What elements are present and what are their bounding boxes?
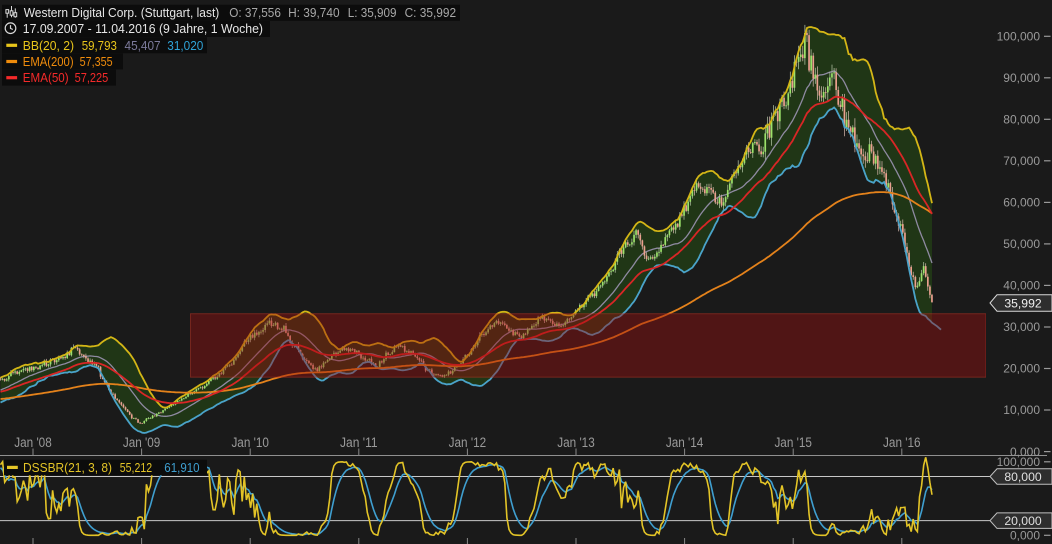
svg-text:59,793: 59,793 <box>82 38 117 53</box>
svg-text:30,000: 30,000 <box>1003 320 1040 334</box>
svg-text:55,212: 55,212 <box>120 460 152 475</box>
svg-text:Jan '14: Jan '14 <box>666 435 704 450</box>
svg-text:70,000: 70,000 <box>1003 154 1040 168</box>
svg-text:10,000: 10,000 <box>1003 403 1040 417</box>
svg-text:100,000: 100,000 <box>997 455 1041 469</box>
svg-text:Jan '08: Jan '08 <box>14 435 52 450</box>
svg-text:Jan '11: Jan '11 <box>340 435 378 450</box>
svg-text:H: 39,740: H: 39,740 <box>288 5 340 20</box>
svg-text:20,000: 20,000 <box>1004 514 1041 528</box>
svg-text:50,000: 50,000 <box>1003 237 1040 251</box>
svg-text:80,000: 80,000 <box>1003 113 1040 127</box>
svg-text:L: 35,909: L: 35,909 <box>348 5 397 20</box>
svg-text:Jan '09: Jan '09 <box>123 435 161 450</box>
svg-text:80,000: 80,000 <box>1004 470 1041 484</box>
svg-text:100,000: 100,000 <box>997 29 1041 43</box>
svg-text:57,225: 57,225 <box>75 70 109 85</box>
svg-text:Western Digital Corp. (Stuttga: Western Digital Corp. (Stuttgart, last) <box>24 5 220 20</box>
svg-text:31,020: 31,020 <box>167 38 203 53</box>
svg-text:O: 37,556: O: 37,556 <box>229 5 281 20</box>
svg-text:Jan '16: Jan '16 <box>883 435 921 450</box>
svg-text:61,910: 61,910 <box>164 460 199 475</box>
svg-text:Jan '12: Jan '12 <box>449 435 487 450</box>
svg-text:35,992: 35,992 <box>1004 296 1041 310</box>
svg-text:Jan '10: Jan '10 <box>231 435 269 450</box>
svg-text:0,000: 0,000 <box>1010 529 1040 543</box>
svg-text:Jan '15: Jan '15 <box>774 435 812 450</box>
svg-text:DSSBR(21, 3, 8): DSSBR(21, 3, 8) <box>23 460 112 475</box>
svg-text:Jan '13: Jan '13 <box>557 435 595 450</box>
svg-text:90,000: 90,000 <box>1003 71 1040 85</box>
svg-text:40,000: 40,000 <box>1003 279 1040 293</box>
svg-text:60,000: 60,000 <box>1003 196 1040 210</box>
svg-text:BB(20, 2): BB(20, 2) <box>23 38 74 53</box>
svg-text:EMA(200): EMA(200) <box>23 54 74 69</box>
svg-text:C: 35,992: C: 35,992 <box>405 5 457 20</box>
svg-text:57,355: 57,355 <box>80 54 113 69</box>
svg-text:20,000: 20,000 <box>1003 362 1040 376</box>
svg-text:17.09.2007 - 11.04.2016 (9 Jah: 17.09.2007 - 11.04.2016 (9 Jahre, 1 Woch… <box>23 21 263 36</box>
svg-text:EMA(50): EMA(50) <box>23 70 69 85</box>
svg-text:45,407: 45,407 <box>125 38 161 53</box>
